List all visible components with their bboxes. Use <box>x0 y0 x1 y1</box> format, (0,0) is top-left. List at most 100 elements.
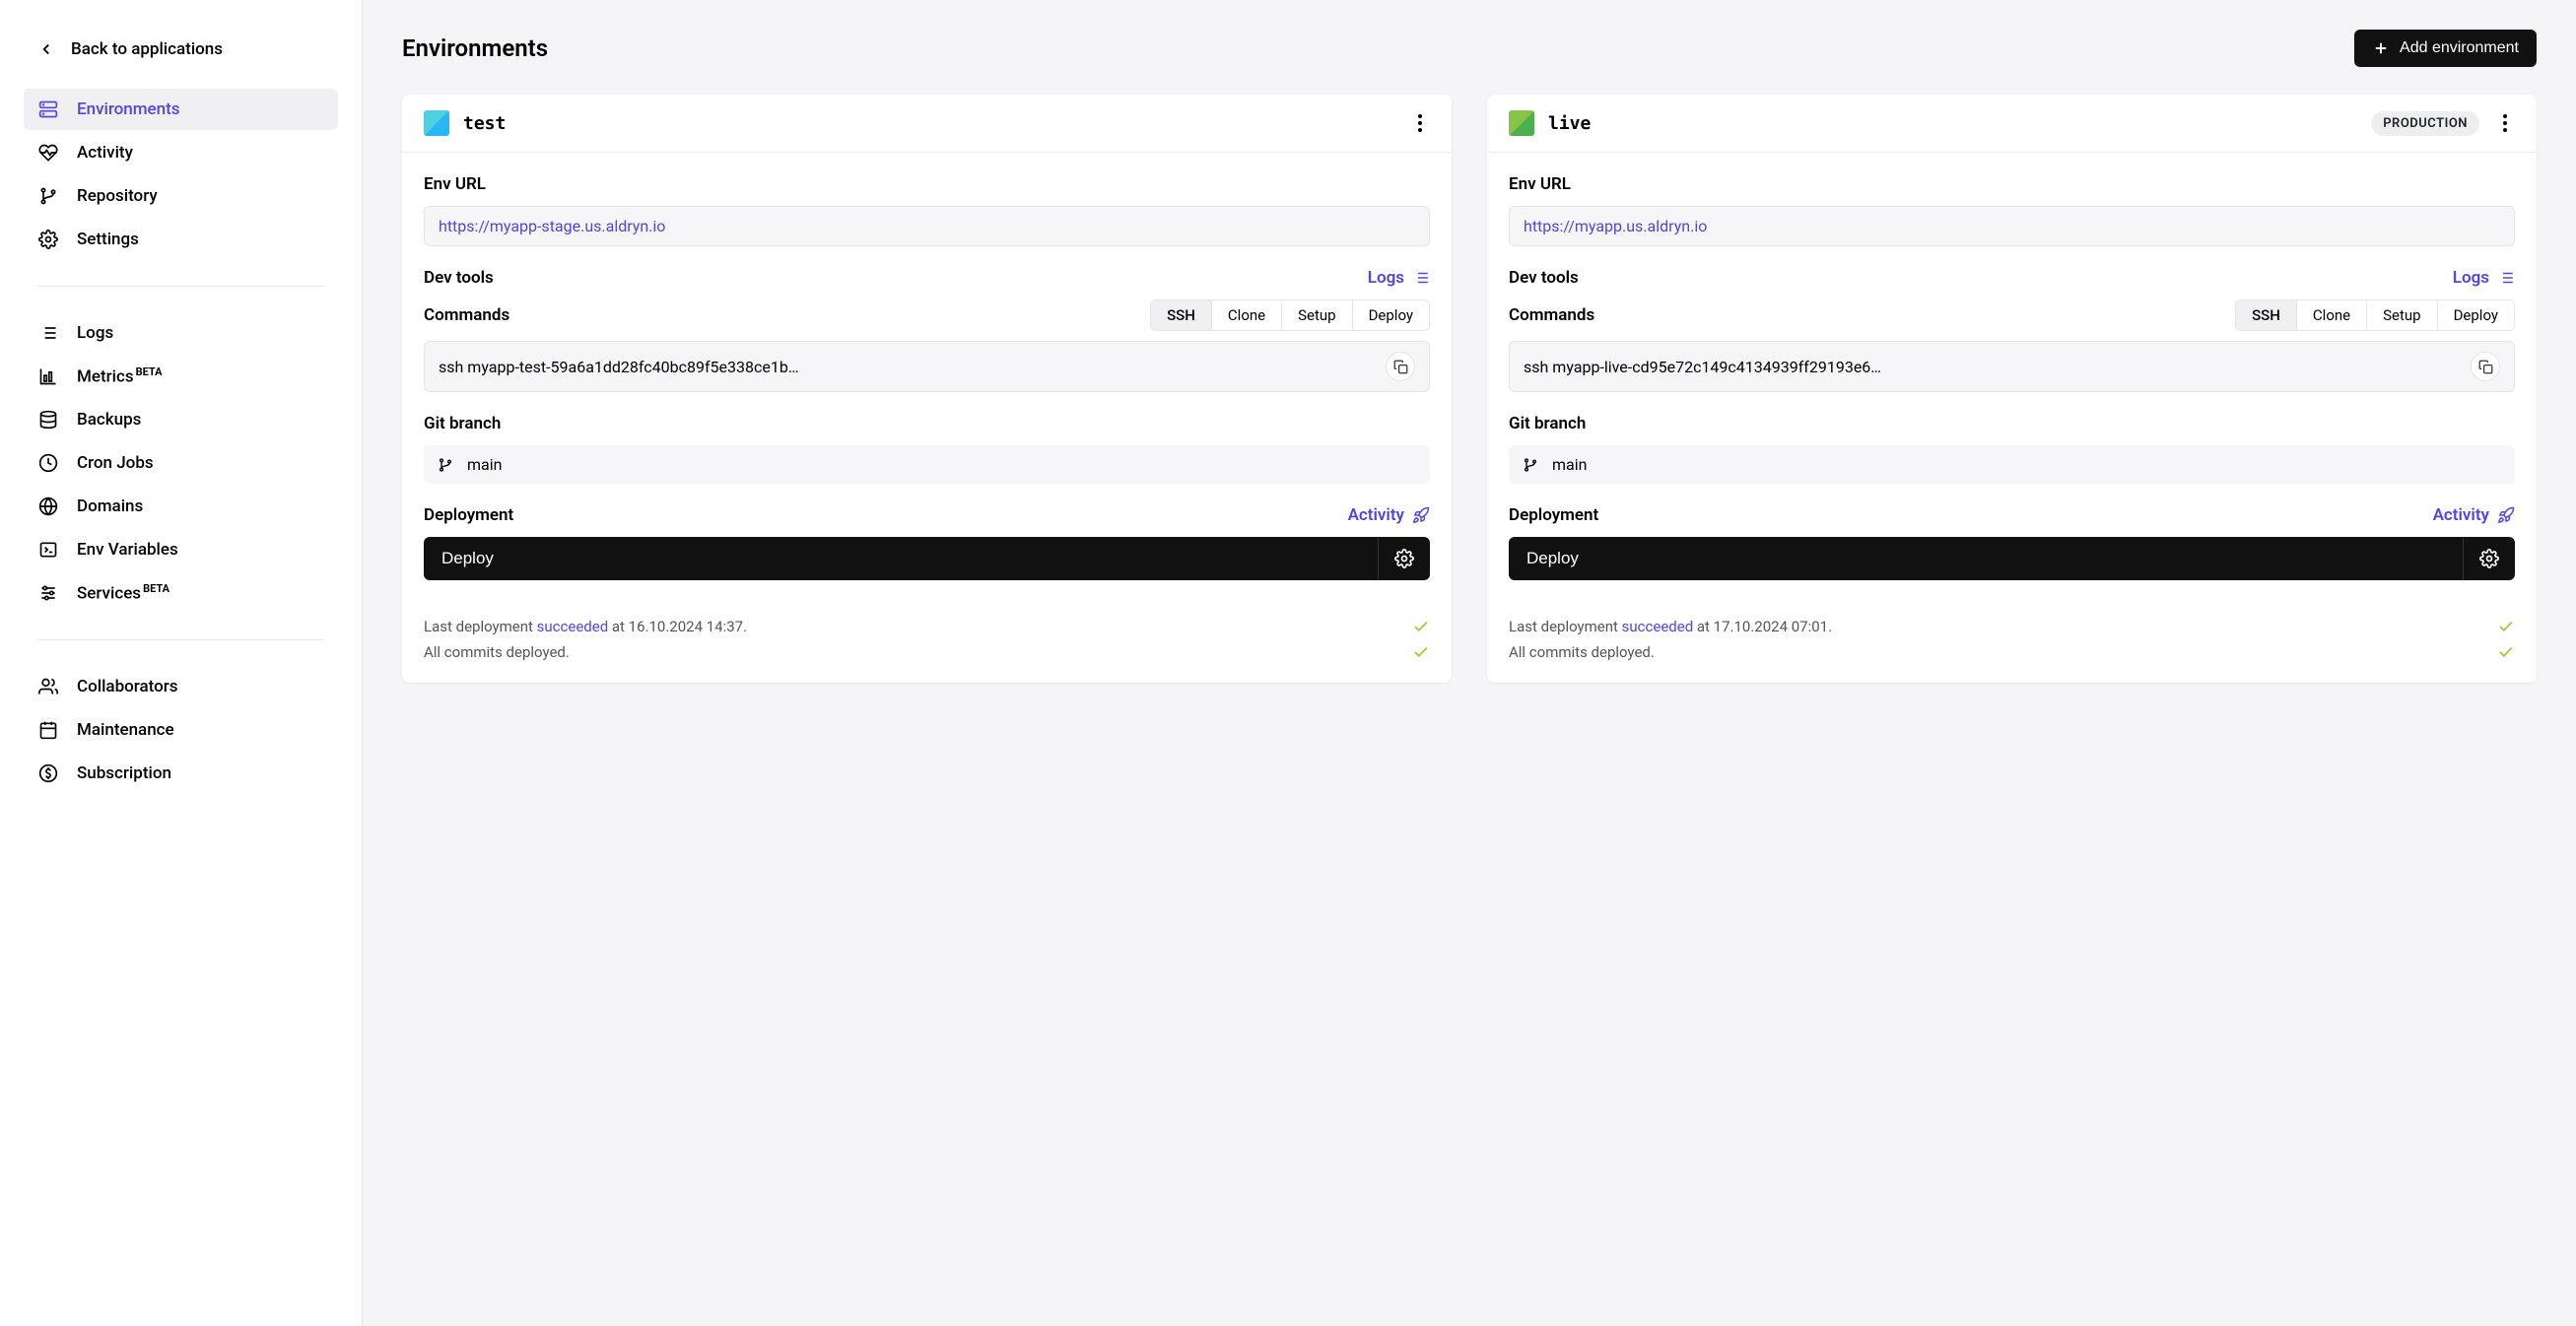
branch-name: main <box>1552 455 1587 474</box>
database-icon <box>37 409 59 431</box>
commands-label: Commands <box>1509 305 1594 325</box>
env-url-link[interactable]: https://myapp-stage.us.aldryn.io <box>439 217 665 235</box>
logs-link[interactable]: Logs <box>1368 268 1430 288</box>
globe-icon <box>37 496 59 517</box>
env-menu-button[interactable] <box>1410 113 1430 133</box>
deploy-timestamp: 17.10.2024 07:01. <box>1714 618 1832 635</box>
env-url-link[interactable]: https://myapp.us.aldryn.io <box>1524 217 1707 235</box>
divider <box>37 639 324 640</box>
environment-card-test: test Env URL https://myapp-stage.us.aldr… <box>402 95 1452 683</box>
sidebar-item-repository[interactable]: Repository <box>24 175 338 217</box>
sidebar-item-label: Settings <box>77 230 139 249</box>
commits-status-text: All commits deployed. <box>424 643 570 661</box>
cmd-tab-ssh[interactable]: SSH <box>2236 300 2297 330</box>
sidebar-item-logs[interactable]: Logs <box>24 312 338 354</box>
git-branch-box: main <box>424 445 1430 484</box>
sidebar-item-label: Repository <box>77 186 158 206</box>
copy-ssh-button[interactable] <box>2471 352 2500 381</box>
last-deployment-row: Last deployment succeeded at 17.10.2024 … <box>1509 618 2515 635</box>
deploy-status-link[interactable]: succeeded <box>1622 618 1694 635</box>
copy-ssh-button[interactable] <box>1386 352 1415 381</box>
sidebar-item-backups[interactable]: Backups <box>24 399 338 440</box>
sidebar-item-maintenance[interactable]: Maintenance <box>24 709 338 751</box>
cmd-tab-deploy[interactable]: Deploy <box>1353 300 1429 330</box>
divider <box>37 286 324 287</box>
sidebar-item-label: Domains <box>77 497 143 516</box>
deploy-button[interactable]: Deploy <box>424 537 1378 580</box>
ssh-command-text: ssh myapp-live-cd95e72c149c4134939ff2919… <box>1524 358 2461 376</box>
deploy-button[interactable]: Deploy <box>1509 537 2463 580</box>
list-icon <box>37 322 59 344</box>
env-name: live <box>1548 113 1591 134</box>
cmd-tab-clone[interactable]: Clone <box>1212 300 1282 330</box>
page-title: Environments <box>402 34 548 62</box>
git-branch-icon <box>1523 457 1538 473</box>
devtools-label: Dev tools <box>1509 268 1579 288</box>
sidebar: Back to applications Environments Activi… <box>0 0 363 1326</box>
cmd-tab-setup[interactable]: Setup <box>1282 300 1352 330</box>
deploy-settings-button[interactable] <box>1378 537 1430 580</box>
cmd-tabs: SSHCloneSetupDeploy <box>2235 299 2515 331</box>
heartbeat-icon <box>37 142 59 164</box>
env-name: test <box>463 113 506 134</box>
cmd-tab-clone[interactable]: Clone <box>2297 300 2367 330</box>
deployment-label: Deployment <box>1509 505 1598 525</box>
deploy-timestamp: 16.10.2024 14:37. <box>629 618 747 635</box>
activity-link[interactable]: Activity <box>1348 505 1430 525</box>
git-branch-box: main <box>1509 445 2515 484</box>
git-branch-label: Git branch <box>1509 414 2515 433</box>
sidebar-item-services[interactable]: ServicesBETA <box>24 572 338 614</box>
sidebar-item-environments[interactable]: Environments <box>24 89 338 130</box>
env-menu-button[interactable] <box>2495 113 2515 133</box>
branch-name: main <box>467 455 502 474</box>
deploy-settings-button[interactable] <box>2463 537 2515 580</box>
sidebar-item-label: Maintenance <box>77 720 174 740</box>
git-branch-label: Git branch <box>424 414 1430 433</box>
env-card-header: test <box>402 95 1452 153</box>
sidebar-item-label: Services <box>77 584 141 604</box>
cmd-tab-setup[interactable]: Setup <box>2367 300 2437 330</box>
nav-group-account: Collaborators Maintenance Subscription <box>24 666 338 794</box>
sidebar-item-domains[interactable]: Domains <box>24 486 338 527</box>
check-icon <box>1412 643 1430 661</box>
sidebar-item-envvars[interactable]: Env Variables <box>24 529 338 570</box>
nav-group-ops: Logs MetricsBETA Backups Cron Jobs <box>24 312 338 614</box>
sidebar-item-cronjobs[interactable]: Cron Jobs <box>24 442 338 484</box>
deploy-status-link[interactable]: succeeded <box>537 618 609 635</box>
plus-icon <box>2372 39 2390 57</box>
sidebar-item-label: Env Variables <box>77 540 178 560</box>
back-to-applications[interactable]: Back to applications <box>24 30 338 69</box>
activity-link[interactable]: Activity <box>2433 505 2515 525</box>
sidebar-item-label: Activity <box>77 143 133 163</box>
cmd-tab-ssh[interactable]: SSH <box>1151 300 1212 330</box>
logs-link[interactable]: Logs <box>2453 268 2515 288</box>
chevron-left-icon <box>37 40 55 58</box>
cmd-tab-deploy[interactable]: Deploy <box>2438 300 2514 330</box>
sidebar-item-metrics[interactable]: MetricsBETA <box>24 356 338 397</box>
ssh-command-text: ssh myapp-test-59a6a1dd28fc40bc89f5e338c… <box>439 358 1376 376</box>
gear-icon <box>37 229 59 250</box>
sidebar-item-subscription[interactable]: Subscription <box>24 753 338 794</box>
check-icon <box>1412 618 1430 635</box>
server-icon <box>37 99 59 120</box>
devtools-label: Dev tools <box>424 268 494 288</box>
main-content: Environments Add environment test <box>363 0 2576 1326</box>
commits-status-text: All commits deployed. <box>1509 643 1655 661</box>
beta-badge: BETA <box>136 365 163 378</box>
ssh-command-box: ssh myapp-test-59a6a1dd28fc40bc89f5e338c… <box>424 341 1430 392</box>
env-footer: Last deployment succeeded at 16.10.2024 … <box>402 602 1452 683</box>
sidebar-item-label: Backups <box>77 410 141 430</box>
sidebar-item-settings[interactable]: Settings <box>24 219 338 260</box>
add-environment-button[interactable]: Add environment <box>2354 30 2537 67</box>
check-icon <box>2497 618 2515 635</box>
back-link-label: Back to applications <box>71 39 223 59</box>
sidebar-item-label: Collaborators <box>77 677 178 696</box>
git-branch-icon <box>37 185 59 207</box>
env-color-swatch <box>424 110 449 136</box>
dollar-icon <box>37 762 59 784</box>
add-button-label: Add environment <box>2400 39 2519 57</box>
sidebar-item-activity[interactable]: Activity <box>24 132 338 173</box>
sidebar-item-collaborators[interactable]: Collaborators <box>24 666 338 707</box>
env-url-label: Env URL <box>1509 174 2515 194</box>
page-header: Environments Add environment <box>402 30 2537 67</box>
